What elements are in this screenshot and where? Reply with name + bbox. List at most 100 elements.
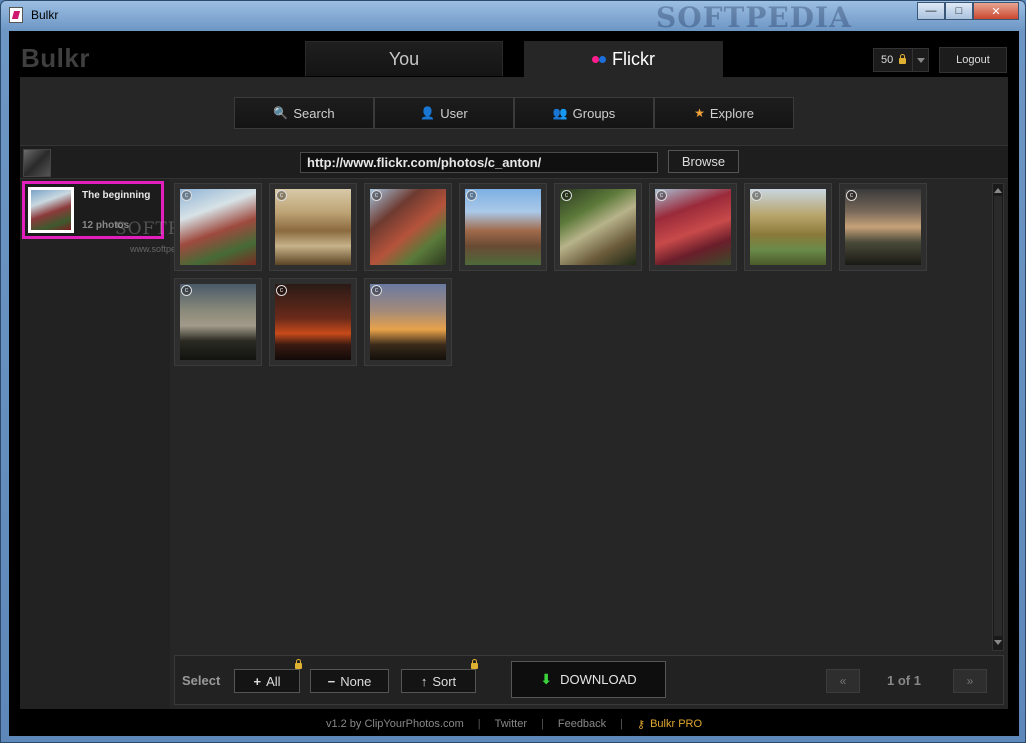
photo-thumbnail[interactable]: c [174,278,262,366]
plus-icon: + [253,673,262,689]
sort-label: Sort [432,673,457,689]
lock-icon [899,54,907,64]
footer-pro-link[interactable]: Bulkr PRO [650,718,702,730]
photo-image [750,189,826,265]
source-tabs: 🔍 Search 👤 User 👥 Groups ★ Explore [234,97,794,129]
maximize-button[interactable]: □ [945,2,973,20]
tab-user[interactable]: 👤 User [374,97,514,129]
close-button[interactable]: ✕ [973,2,1019,20]
softpedia-watermark: SOFTPEDIA [656,1,852,34]
tab-user-label: User [440,105,468,121]
logout-button[interactable]: Logout [939,47,1007,73]
selection-toolbar: Select + All − None ↑ Sort ⬇ DOWNLOAD « … [174,655,1004,705]
photo-thumbnail[interactable]: c [459,183,547,271]
photo-thumbnail[interactable]: c [649,183,737,271]
flickr-logo-icon [592,55,606,63]
sort-button[interactable]: ↑ Sort [401,669,476,693]
photo-thumbnail[interactable]: c [554,183,642,271]
copyright-icon: c [751,190,762,201]
photo-grid-scrollbar[interactable] [992,183,1004,651]
tab-flickr[interactable]: Flickr [524,41,723,77]
lock-icon [471,659,478,669]
photo-thumbnail[interactable]: c [364,183,452,271]
avatar[interactable] [23,149,51,177]
select-all-label: All [266,673,281,689]
footer-site-link[interactable]: ClipYourPhotos.com [364,718,463,730]
tab-flickr-label: Flickr [612,48,655,69]
bulkr-app-icon [9,7,23,23]
select-all-button[interactable]: + All [234,669,300,693]
footer-twitter-link[interactable]: Twitter [495,718,527,730]
photo-image [275,189,351,265]
explore-icon: ★ [694,106,705,120]
photo-image [180,189,256,265]
download-button[interactable]: ⬇ DOWNLOAD [511,661,666,698]
scroll-down-arrow-icon[interactable] [994,640,1002,648]
footer-version: v1.2 by [325,718,362,730]
copyright-icon: c [846,190,857,201]
window-title: Bulkr [31,8,59,22]
photo-thumbnail[interactable]: c [839,183,927,271]
url-input[interactable]: http://www.flickr.com/photos/c_anton/ [300,152,658,173]
app-client-area: Bulkr You Flickr 50 Logout 🔍 Search 👤 Us… [9,31,1019,736]
photo-thumbnail[interactable]: c [174,183,262,271]
search-icon: 🔍 [273,106,289,120]
footer-separator: | [620,718,624,730]
photo-image [560,189,636,265]
minus-icon: − [327,673,336,689]
photo-image [370,189,446,265]
app-window: Bulkr SOFTPEDIA — □ ✕ Bulkr You Flickr 5… [0,0,1026,743]
select-none-button[interactable]: − None [310,669,389,693]
next-page-button[interactable]: » [953,669,987,693]
footer-feedback-link[interactable]: Feedback [558,718,606,730]
footer-separator: | [477,718,481,730]
prev-page-button[interactable]: « [826,669,860,693]
tab-you[interactable]: You [305,41,503,76]
download-arrow-icon: ⬇ [540,671,553,687]
chevron-down-icon[interactable] [912,49,928,71]
tab-explore-label: Explore [709,105,754,121]
tab-groups-label: Groups [572,105,616,121]
photo-thumbnail[interactable]: c [744,183,832,271]
photo-image [370,284,446,360]
bulkr-logo: Bulkr [21,43,90,73]
browse-button[interactable]: Browse [668,150,739,173]
key-icon: ⚷ [637,718,646,731]
lock-icon [295,659,302,669]
copyright-icon: c [371,190,382,201]
tab-groups[interactable]: 👥 Groups [514,97,654,129]
select-none-label: None [340,673,372,689]
photo-thumbnail[interactable]: c [269,278,357,366]
copyright-icon: c [466,190,477,201]
photo-image [655,189,731,265]
photo-image [845,189,921,265]
main-panel: 🔍 Search 👤 User 👥 Groups ★ Explore http:… [20,77,1008,709]
scroll-thumb[interactable] [994,196,1002,636]
photo-image [275,284,351,360]
copyright-icon: c [276,285,287,296]
photo-thumbnail[interactable]: c [269,183,357,271]
photo-thumbnail[interactable]: c [364,278,452,366]
groups-icon: 👥 [552,106,568,120]
album-title: The beginning [82,190,151,201]
scroll-up-arrow-icon[interactable] [994,186,1002,194]
user-icon: 👤 [420,106,436,120]
tab-search-label: Search [293,105,335,121]
url-row: http://www.flickr.com/photos/c_anton/ Br… [20,145,1008,179]
tab-you-label: You [388,48,420,69]
minimize-button[interactable]: — [917,2,945,20]
copyright-icon: c [181,190,192,201]
album-list: The beginning 12 photos SOFTPEDIA www.so… [20,179,228,709]
album-thumbnail [28,187,74,233]
title-bar[interactable]: Bulkr SOFTPEDIA — □ ✕ [1,1,1025,34]
tab-explore[interactable]: ★ Explore [654,97,794,129]
tab-search[interactable]: 🔍 Search [234,97,374,129]
footer: v1.2 by ClipYourPhotos.com | Twitter | F… [9,713,1019,735]
photo-grid: c c c c c c c c c c c [174,183,994,653]
copyright-icon: c [656,190,667,201]
photo-image [180,284,256,360]
photo-count-dropdown[interactable]: 50 [873,48,929,72]
download-label: DOWNLOAD [560,672,637,687]
photo-image [465,189,541,265]
window-controls: — □ ✕ [917,2,1019,20]
